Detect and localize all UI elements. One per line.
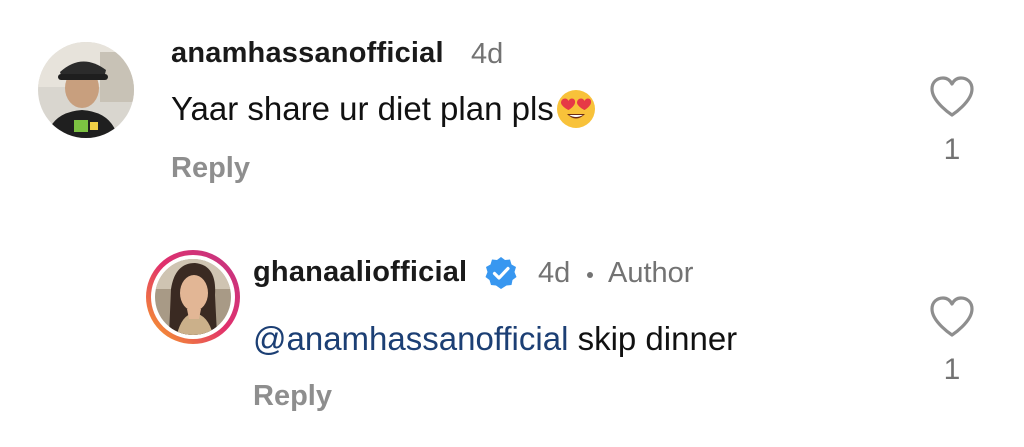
author-avatar-story-ring[interactable] (145, 249, 241, 345)
heart-eyes-emoji-icon (556, 89, 596, 129)
reply-timestamp: 4d (538, 257, 571, 289)
reply-username[interactable]: ghanaaliofficial (253, 256, 467, 289)
heart-outline-icon[interactable] (928, 75, 976, 119)
reply-button[interactable]: Reply (171, 152, 250, 185)
like-count: 1 (943, 133, 961, 166)
like-count: 1 (943, 353, 961, 386)
reply-text: skip dinner (577, 320, 738, 357)
commenter-avatar[interactable] (38, 42, 134, 138)
reply-body: @anamhassanofficial skip dinner (253, 320, 737, 358)
reply-button[interactable]: Reply (253, 380, 332, 413)
verified-badge-icon (484, 256, 518, 290)
comment-text: Yaar share ur diet plan pls (171, 90, 554, 127)
comment-timestamp: 4d (471, 38, 504, 70)
separator-dot (587, 272, 593, 278)
heart-outline-icon[interactable] (928, 295, 976, 339)
comment-body: Yaar share ur diet plan pls (171, 89, 596, 129)
mention-link[interactable]: @anamhassanofficial (253, 320, 568, 358)
author-label: Author (608, 257, 694, 289)
comment-username[interactable]: anamhassanofficial (171, 37, 444, 70)
